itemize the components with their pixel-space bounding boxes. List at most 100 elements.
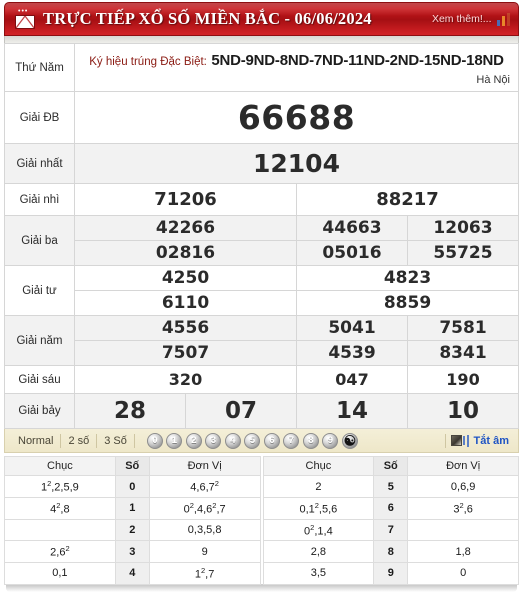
stats-cell-so-right: 5 xyxy=(373,475,409,499)
digit-button-3[interactable]: 3 xyxy=(205,432,222,449)
prize-value-nhat: 12104 xyxy=(74,143,519,185)
speaker-icon-waves xyxy=(463,434,469,447)
prize-value-ba-5: 05016 xyxy=(296,240,408,267)
prize-value-nam-4: 7507 xyxy=(74,340,297,367)
see-more-link[interactable]: Xem thêm!... xyxy=(432,13,492,25)
table-row-nhi: Giải nhì 71206 88217 xyxy=(4,183,519,217)
table-row-sau: Giải sáu 320 047 190 xyxy=(4,365,519,395)
table-row: 0,1 4 12,7 3,5 9 0 xyxy=(4,562,519,585)
prize-value-ba-4: 02816 xyxy=(74,240,297,267)
digit-button-7[interactable]: 7 xyxy=(283,432,300,449)
stats-cell-so-right: 7 xyxy=(373,518,409,542)
province-label: Hà Nội xyxy=(476,73,510,86)
bar-chart-icon[interactable] xyxy=(496,12,510,26)
table-row-nam: Giải năm 4556 5041 7581 xyxy=(4,315,519,367)
bar-chart-icon-bar-2 xyxy=(501,15,505,26)
mail-icon-dots: ••• xyxy=(18,8,29,15)
table-row-nhat: Giải nhất 12104 xyxy=(4,143,519,185)
stats-cell-so-right: 9 xyxy=(373,562,409,585)
toolbar-normal-button[interactable]: Normal xyxy=(11,435,60,447)
view-toolbar: Normal 2 số 3 Số 0 1 2 3 4 5 6 7 8 9 Tắt… xyxy=(4,429,519,454)
digit-button-2[interactable]: 2 xyxy=(185,432,202,449)
digit-button-8[interactable]: 8 xyxy=(302,432,319,449)
prize-label-sau: Giải sáu xyxy=(4,365,75,395)
weekday-label: Thứ Năm xyxy=(4,42,75,93)
prize-value-nhi-1: 71206 xyxy=(74,183,297,217)
toolbar-divider-4 xyxy=(445,433,447,448)
stats-body: 12,2,5,9 0 4,6,72 2 5 0,6,9 42,8 1 02,4,62,7 0,12… xyxy=(4,475,519,585)
prize-value-nam-5: 4539 xyxy=(296,340,408,367)
mute-button[interactable]: Tắt âm xyxy=(474,435,509,447)
prize-value-bay-2: 07 xyxy=(185,393,297,430)
header-shelf xyxy=(4,36,519,43)
stats-cell-so-left: 4 xyxy=(114,562,150,585)
stats-cell-donvi-right: 0 xyxy=(407,562,519,585)
prize-label-tu: Giải tư xyxy=(4,265,75,317)
stats-cell-donvi-left: 0,3,5,8 xyxy=(148,518,261,542)
prize-value-nam-2: 5041 xyxy=(296,315,408,342)
prize-label-nhi: Giải nhì xyxy=(4,183,75,217)
stats-header-row: Chục Số Đơn Vị Chục Số Đơn Vị xyxy=(4,456,519,477)
table-row-ba-2: 02816 05016 55725 xyxy=(4,240,519,267)
toolbar-two-digit-button[interactable]: 2 số xyxy=(61,435,96,447)
page-title: TRỰC TIẾP XỔ SỐ MIỀN BẮC - 06/06/2024 xyxy=(43,9,372,28)
prize-value-sau-1: 320 xyxy=(74,365,297,395)
prize-label-db: Giải ĐB xyxy=(4,91,75,145)
prize-label-nhat: Giải nhất xyxy=(4,143,75,185)
table-row-code: Thứ Năm Ký hiệu trúng Đặc Biệt: 5ND-9ND-… xyxy=(4,42,519,93)
stats-cell-so-left: 3 xyxy=(114,540,150,564)
stats-cell-so-left: 1 xyxy=(114,497,150,520)
prize-value-sau-2: 047 xyxy=(296,365,408,395)
digit-button-1[interactable]: 1 xyxy=(166,432,183,449)
digit-button-4[interactable]: 4 xyxy=(224,432,241,449)
digit-button-6[interactable]: 6 xyxy=(263,432,280,449)
prize-value-tu-4: 8859 xyxy=(296,290,519,317)
prize-label-nam: Giải năm xyxy=(4,315,75,367)
digit-button-5[interactable]: 5 xyxy=(244,432,261,449)
stats-header-so-right: Số xyxy=(373,456,409,477)
prize-value-sau-3: 190 xyxy=(407,365,519,395)
prize-value-tu-1: 4250 xyxy=(74,265,297,292)
stats-cell-so-left: 2 xyxy=(114,518,150,542)
stats-header-so-left: Số xyxy=(114,456,150,477)
mail-icon: ••• xyxy=(14,8,36,29)
stats-cell-chuc-left: 12,2,5,9 xyxy=(4,475,116,499)
toolbar-three-digit-button[interactable]: 3 Số xyxy=(97,435,134,447)
stats-cell-chuc-left: 42,8 xyxy=(4,497,116,520)
digit-button-9[interactable]: 9 xyxy=(322,432,339,449)
table-row-tu: Giải tư 4250 4823 xyxy=(4,265,519,317)
table-row: 42,8 1 02,4,62,7 0,12,5,6 6 32,6 xyxy=(4,497,519,520)
stats-cell-donvi-right: 1,8 xyxy=(407,540,519,564)
stats-header-chuc-right: Chục xyxy=(262,456,375,477)
prize-value-nam-6: 8341 xyxy=(407,340,519,367)
digit-filter-group: 0 1 2 3 4 5 6 7 8 9 xyxy=(146,432,358,449)
stats-cell-donvi-right: 32,6 xyxy=(407,497,519,520)
lottery-results-page: ••• TRỰC TIẾP XỔ SỐ MIỀN BẮC - 06/06/202… xyxy=(0,0,523,600)
stats-cell-chuc-right: 2,8 xyxy=(262,540,375,564)
table-row: 12,2,5,9 0 4,6,72 2 5 0,6,9 xyxy=(4,475,519,499)
stats-cell-donvi-left: 12,7 xyxy=(148,562,261,585)
table-row: 2 0,3,5,8 02,1,4 7 xyxy=(4,518,519,542)
stats-header-chuc-left: Chục xyxy=(4,456,116,477)
digit-stats-table: Chục Số Đơn Vị Chục Số Đơn Vị 12,2,5,9 0 4… xyxy=(4,456,519,585)
table-row: 2,62 3 9 2,8 8 1,8 xyxy=(4,540,519,564)
stats-cell-donvi-left: 9 xyxy=(148,540,261,564)
prize-value-bay-3: 14 xyxy=(296,393,408,430)
mail-icon-envelope xyxy=(15,15,35,29)
prize-value-db: 66688 xyxy=(74,91,519,145)
speaker-icon[interactable] xyxy=(451,434,469,447)
prize-value-bay-4: 10 xyxy=(407,393,519,430)
stats-cell-chuc-left: 0,1 xyxy=(4,562,116,585)
prize-value-nhi-2: 88217 xyxy=(296,183,519,217)
stats-cell-chuc-right: 2 xyxy=(262,475,375,499)
sound-controls: Tắt âm xyxy=(445,433,512,448)
stats-cell-donvi-right: 0,6,9 xyxy=(407,475,519,499)
stats-cell-donvi-left: 4,6,72 xyxy=(148,475,261,499)
prize-value-ba-3: 12063 xyxy=(407,215,519,242)
table-row-ba: Giải ba 42266 44663 12063 xyxy=(4,215,519,267)
stats-cell-so-right: 6 xyxy=(373,497,409,520)
yin-yang-icon[interactable] xyxy=(341,432,358,449)
digit-button-0[interactable]: 0 xyxy=(146,432,163,449)
speaker-icon-body xyxy=(451,435,463,447)
page-header: ••• TRỰC TIẾP XỔ SỐ MIỀN BẮC - 06/06/202… xyxy=(4,2,519,36)
